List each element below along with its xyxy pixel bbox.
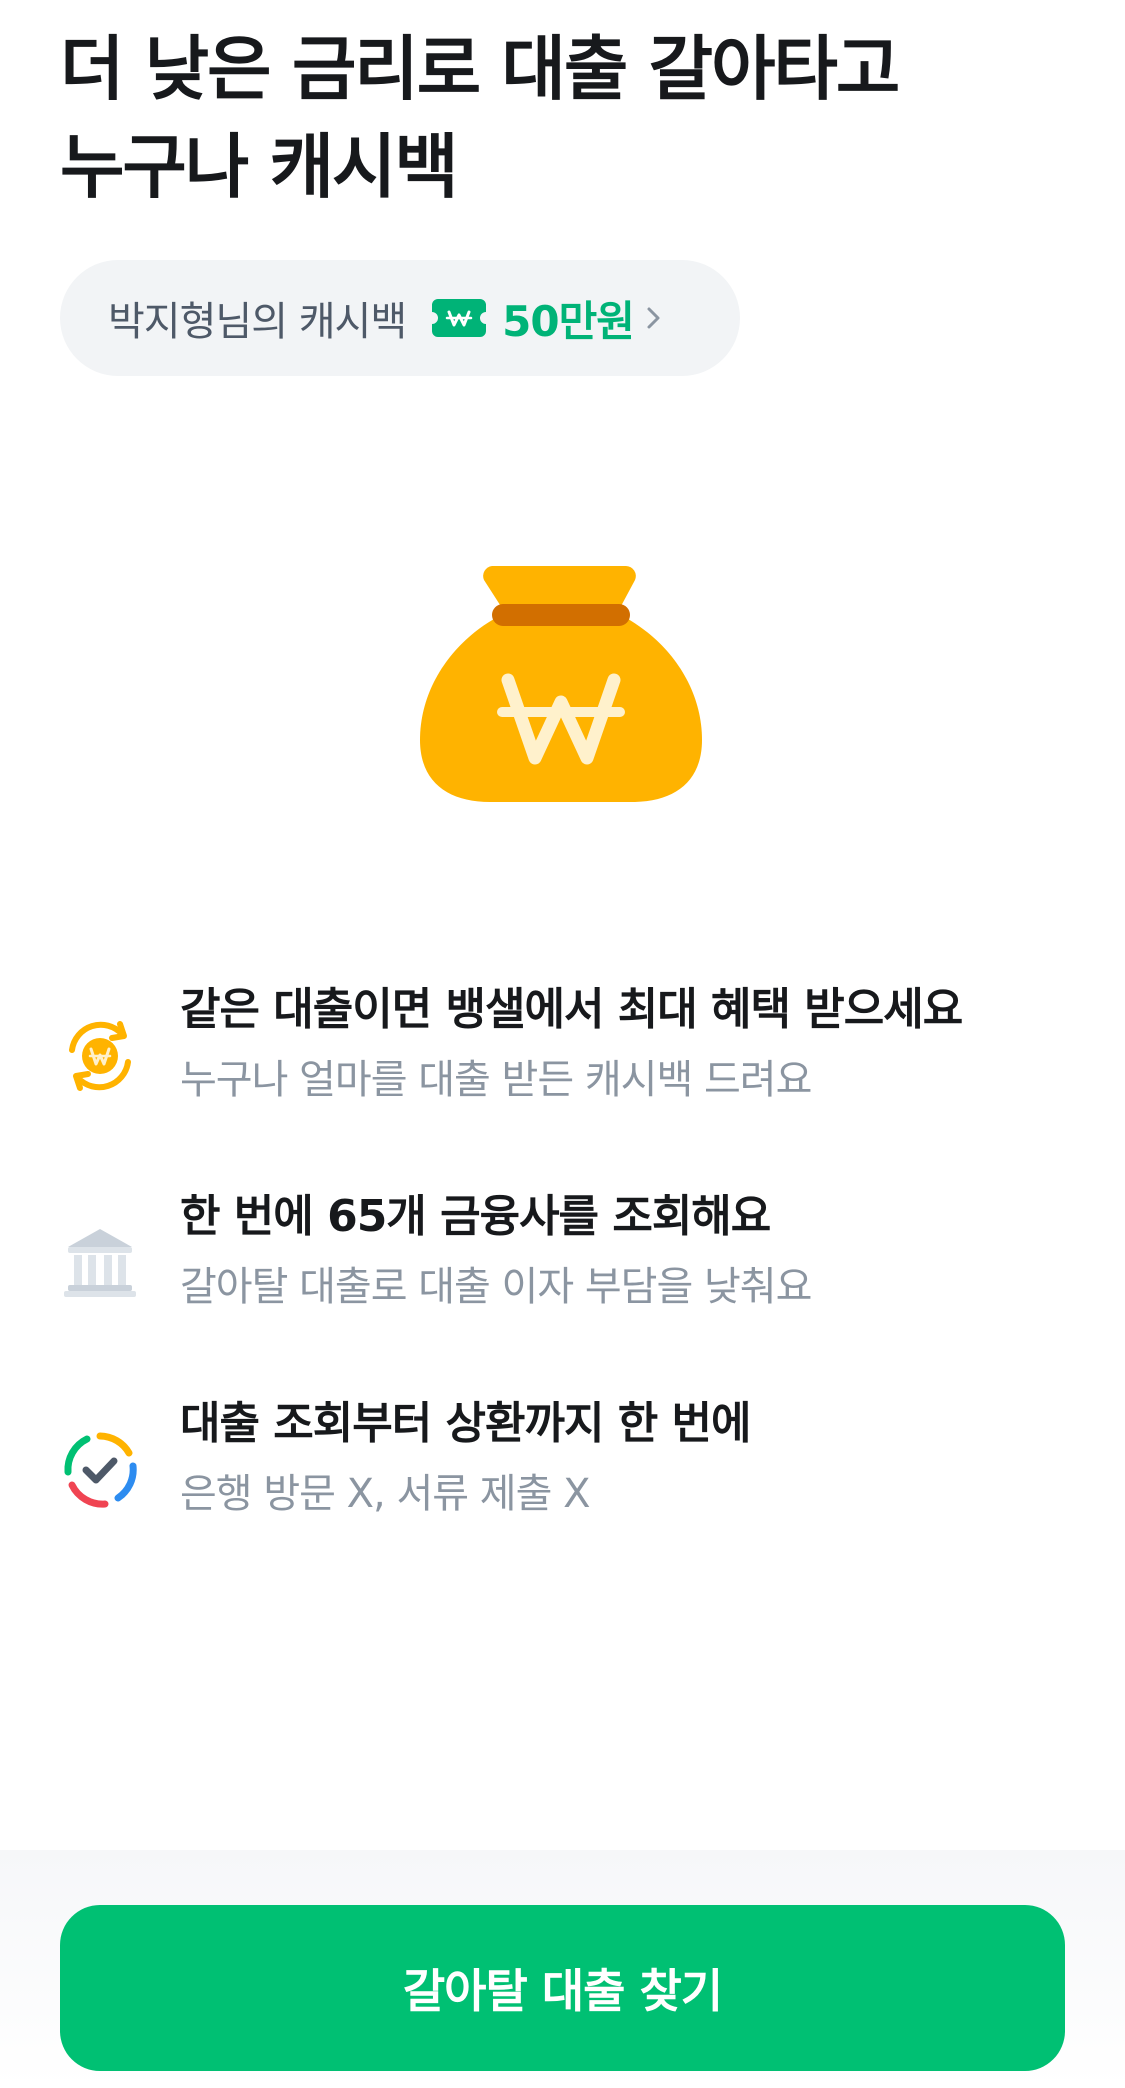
feature-item-bank: 한 번에 65개 금융사를 조회해요 갈아탈 대출로 대출 이자 부담을 낮춰요 [60,1187,1080,1394]
bank-icon [64,1229,136,1297]
page-title: 더 낮은 금리로 대출 갈아타고 누구나 캐시백 [60,20,1060,216]
feature-title: 대출 조회부터 상환까지 한 번에 [180,1398,752,1449]
feature-title: 한 번에 65개 금융사를 조회해요 [180,1191,771,1242]
money-bag-icon [420,566,702,802]
ticket-won-icon [432,299,487,337]
find-refinance-loan-button[interactable]: 갈아탈 대출 찾기 [60,1905,1065,2071]
feature-description: 갈아탈 대출로 대출 이자 부담을 낮춰요 [180,1264,812,1310]
feature-description: 누구나 얼마를 대출 받든 캐시백 드려요 [180,1057,812,1103]
feature-title: 같은 대출이면 뱅샐에서 최대 혜택 받으세요 [180,984,963,1035]
feature-description: 은행 방문 X, 서류 제출 X [180,1471,590,1517]
page-title-line-2: 누구나 캐시백 [60,126,459,208]
feature-item-all-in-one: 대출 조회부터 상환까지 한 번에 은행 방문 X, 서류 제출 X [60,1394,1080,1601]
page-title-line-1: 더 낮은 금리로 대출 갈아타고 [60,28,900,110]
cashback-chip[interactable]: 박지형님의 캐시백 50만원 [60,260,740,376]
chevron-right-icon [647,307,660,329]
won-exchange-icon [69,1021,131,1091]
cashback-amount: 50만원 [502,296,635,346]
cashback-label: 박지형님의 캐시백 [108,299,407,345]
check-cycle-icon [64,1432,137,1508]
loan-refinance-screen: 더 낮은 금리로 대출 갈아타고 누구나 캐시백 박지형님의 캐시백 50만원 [0,0,1125,2088]
feature-list: 같은 대출이면 뱅샐에서 최대 혜택 받으세요 누구나 얼마를 대출 받든 캐시… [60,980,1080,1601]
feature-item-cashback: 같은 대출이면 뱅샐에서 최대 혜택 받으세요 누구나 얼마를 대출 받든 캐시… [60,980,1080,1187]
